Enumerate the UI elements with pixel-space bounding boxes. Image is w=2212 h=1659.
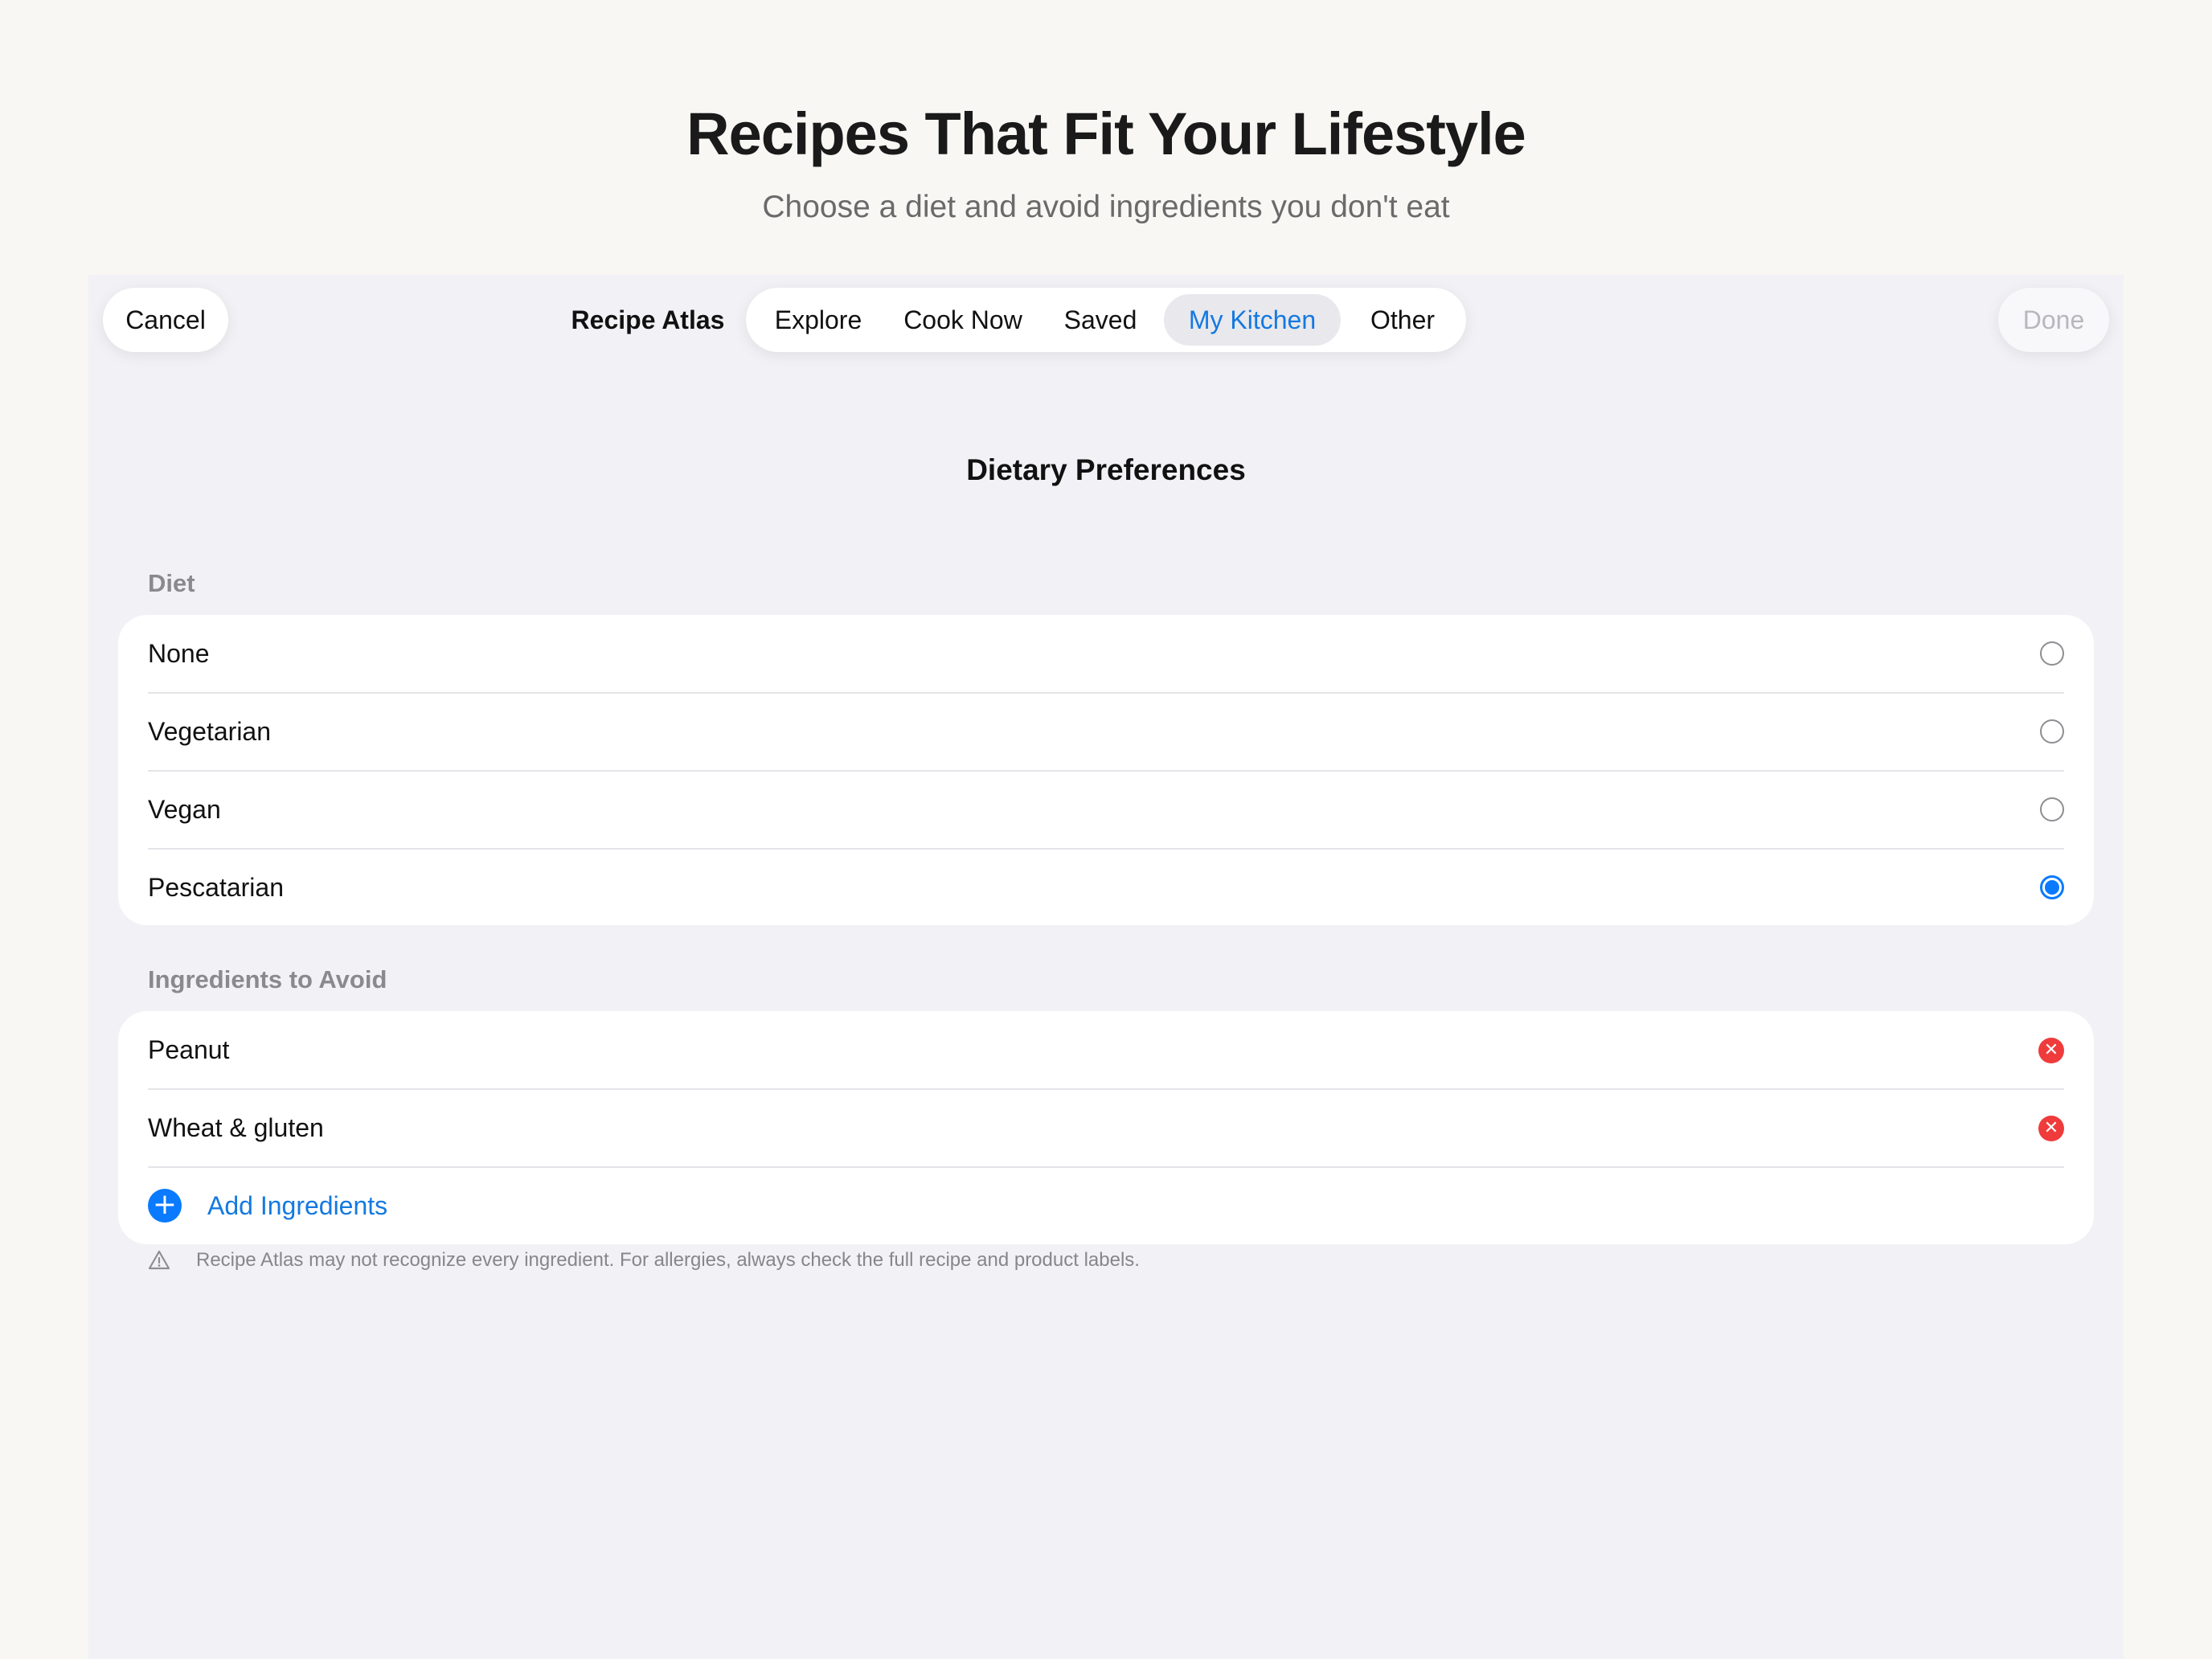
tab-bar: Explore Cook Now Saved My Kitchen Other	[746, 288, 1466, 352]
hero-title: Recipes That Fit Your Lifestyle	[686, 100, 1526, 167]
diet-option-label: Vegan	[148, 794, 221, 824]
remove-circle-icon[interactable]: ✕	[2038, 1116, 2064, 1141]
avoid-item-peanut: Peanut ✕	[148, 1011, 2064, 1088]
avoid-ingredients-card: Peanut ✕ Wheat & gluten ✕ + Add Ingredie…	[118, 1011, 2094, 1244]
app-window: Cancel Recipe Atlas Explore Cook Now Sav…	[88, 275, 2124, 1659]
warning-triangle-icon	[148, 1250, 170, 1270]
tab-other[interactable]: Other	[1350, 294, 1455, 346]
hero-header: Recipes That Fit Your Lifestyle Choose a…	[0, 0, 2212, 275]
add-ingredients-button[interactable]: + Add Ingredients	[148, 1167, 2064, 1244]
diet-option-vegetarian[interactable]: Vegetarian	[148, 693, 2064, 770]
avoid-item-label: Peanut	[148, 1034, 230, 1064]
tab-cook-now[interactable]: Cook Now	[889, 294, 1037, 346]
radio-button-icon[interactable]	[2040, 719, 2064, 743]
allergy-notice: Recipe Atlas may not recognize every ing…	[148, 1249, 1140, 1272]
remove-circle-icon[interactable]: ✕	[2038, 1038, 2064, 1063]
hero-subtitle: Choose a diet and avoid ingredients you …	[762, 190, 1450, 224]
cancel-button[interactable]: Cancel	[103, 288, 228, 352]
radio-button-icon[interactable]	[2040, 641, 2064, 666]
tab-saved[interactable]: Saved	[1048, 294, 1153, 346]
diet-option-none[interactable]: None	[148, 615, 2064, 692]
radio-button-icon[interactable]	[2040, 797, 2064, 821]
diet-option-pescatarian[interactable]: Pescatarian	[148, 849, 2064, 926]
avoid-item-wheat-gluten: Wheat & gluten ✕	[148, 1089, 2064, 1166]
diet-option-vegan[interactable]: Vegan	[148, 771, 2064, 848]
diet-option-label: None	[148, 638, 210, 668]
radio-button-selected-icon[interactable]	[2040, 875, 2064, 899]
tab-explore[interactable]: Explore	[760, 294, 876, 346]
avoid-item-label: Wheat & gluten	[148, 1112, 324, 1142]
avoid-section-label: Ingredients to Avoid	[148, 965, 387, 993]
diet-option-label: Vegetarian	[148, 716, 272, 746]
add-ingredients-label[interactable]: Add Ingredients	[207, 1191, 387, 1221]
page-title: Dietary Preferences	[966, 453, 1246, 486]
diet-section-label: Diet	[148, 569, 195, 597]
done-button[interactable]: Done	[1998, 288, 2109, 352]
diet-option-label: Pescatarian	[148, 872, 284, 902]
tab-my-kitchen[interactable]: My Kitchen	[1164, 294, 1341, 346]
allergy-notice-text: Recipe Atlas may not recognize every ing…	[196, 1249, 1140, 1271]
diet-options-card: None Vegetarian Vegan Pescatarian	[118, 615, 2094, 925]
app-name: Recipe Atlas	[571, 305, 725, 334]
plus-circle-icon[interactable]: +	[148, 1189, 182, 1223]
